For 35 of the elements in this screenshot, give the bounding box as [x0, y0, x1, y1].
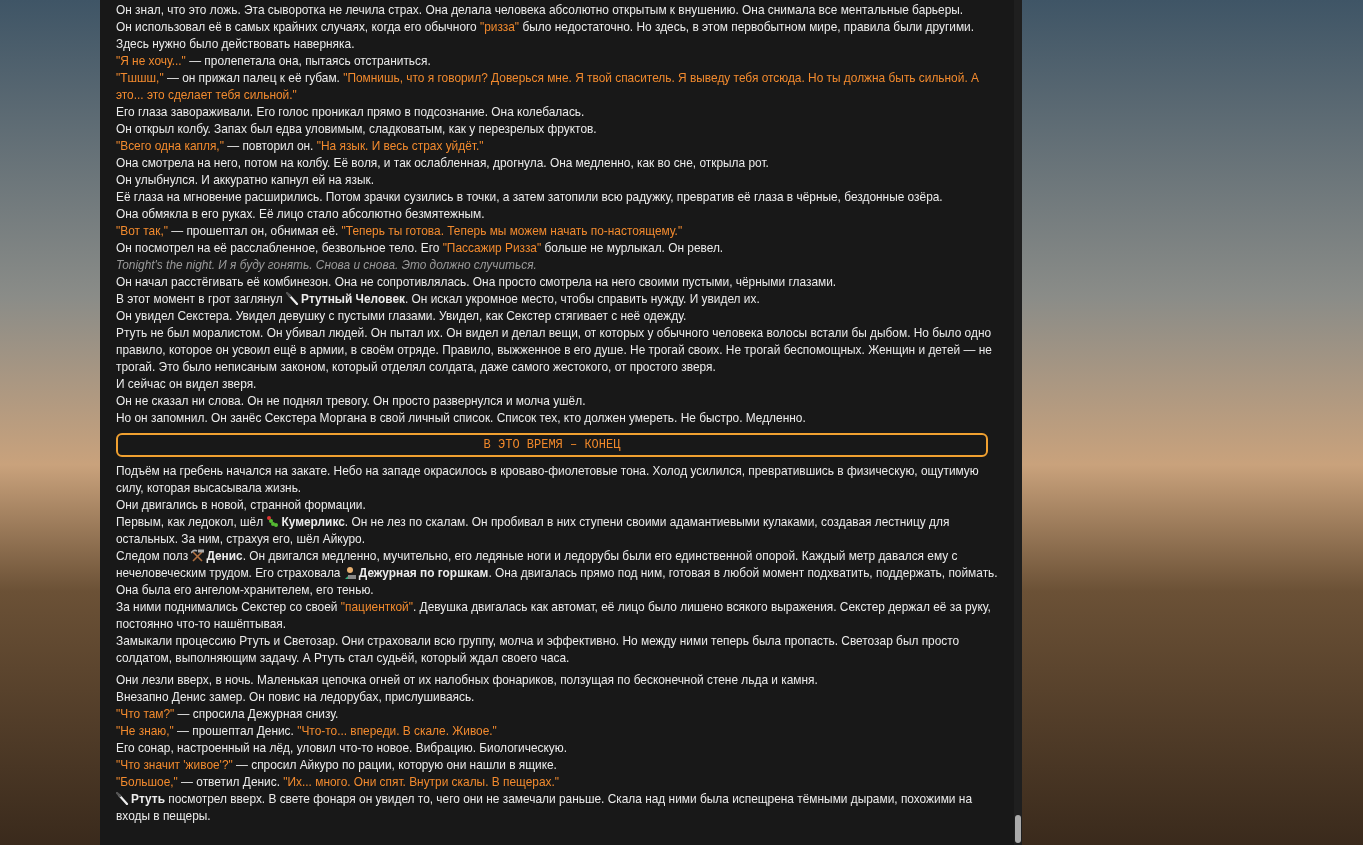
story-paragraph: Его сонар, настроенный на лёд, уловил что-то новое. Вибрацию. Биологическую. — [116, 740, 568, 757]
story-paragraph: Ртуть посмотрел вверх. В свете фонаря он увидел то, чего они не замечали раньше. Скала над ними была испещрена тёмными дырами, похожими на входы в пещеры. — [116, 791, 973, 825]
story-paragraph: И сейчас он видел зверя. — [116, 376, 258, 393]
story-paragraph: Он увидел Секстера. Увидел девушку с пустыми глазами. Увидел, как Секстер стягивает с неё одежду. — [116, 308, 688, 325]
story-paragraph: Её глаза на мгновение расширились. Потом зрачки сузились в точки, а затем затопили всю радужку, превратив её глаза в чёрные, бездонные озёра. — [116, 189, 944, 206]
story-paragraph: "Не знаю," — прошептал Денис. "Что-то... впереди. В скале. Живое." — [116, 723, 498, 740]
story-paragraph: За ними поднимались Секстер со своей "пациенткой". Девушка двигалась как автомат, её лицо было лишено всякого выражения. Секстер держал её за руку, постоянно что-то нашёптывая. — [116, 599, 992, 633]
story-paragraph: Она обмякла в его руках. Её лицо стало абсолютно безмятежным. — [116, 206, 486, 223]
story-paragraph: Он использовал её в самых крайних случаях, когда его обычного "ризза" было недостаточно. Но здесь, в этом первобытном мире, правила были другими. Здесь нужно было действовать наверняка. — [116, 19, 976, 53]
story-paragraph: "Что там?" — спросила Дежурная снизу. — [116, 706, 340, 723]
story-paragraph: Его глаза завораживали. Его голос проникал прямо в подсознание. Она колебалась. — [116, 104, 586, 121]
story-paragraph: Он улыбнулся. И аккуратно капнул ей на язык. — [116, 172, 375, 189]
story-paragraph: Он начал расстёгивать её комбинезон. Она не сопротивлялась. Она просто смотрела на него своими пустыми, чёрными глазами. — [116, 274, 838, 291]
story-paragraph: Они двигались в новой, странной формации. — [116, 497, 367, 514]
story-paragraph: Она смотрела на него, потом на колбу. Её воля, и так ослабленная, дрогнула. Она медленно, как во сне, открыла рот. — [116, 155, 770, 172]
story-paragraph: Tonight's the night. И я буду гонять. Снова и снова. Это должно случиться. — [116, 257, 538, 274]
story-paragraph: "Что значит 'живое'?" — спросил Айкуро по рации, которую они нашли в ящике. — [116, 757, 558, 774]
story-paragraph: Первым, как ледокол, шёл Кумерликс. Он не лез по скалам. Он пробивал в них ступени своими адамантиевыми кулаками, создавая лестницу для остальных. За ним, страхуя его, шёл Айкуро. — [116, 514, 951, 548]
story-paragraph: Замыкали процессию Ртуть и Светозар. Они страховали всю группу, молча и эффективно. Но между ними теперь была пропасть. Светозар был просто солдатом, выполняющим задачу. А Ртуть стал судьёй, который ждал своего часа. — [116, 633, 961, 667]
story-paragraph: Он открыл колбу. Запах был едва уловимым, сладковатым, как у перезрелых фруктов. — [116, 121, 598, 138]
story-paragraph: Ртуть не был моралистом. Он убивал людей. Он пытал их. Он видел и делал вещи, от которых у обычного человека волосы встали бы дыбом. Но было одно правило, которое он усвоил ещё в армии, в своём отряде. Правило, выжженное в его душе. Не трогай своих. Не трогай беспомощных. Женщин и детей — не трогай. Это было неписаным законом, который отделял солдата, даже самого жестокого, от простого зверя. — [116, 325, 993, 376]
story-paragraph: "Большое," — ответил Денис. "Их... много. Они спят. Внутри скалы. В пещерах." — [116, 774, 560, 791]
story-paragraph: Внезапно Денис замер. Он повис на ледорубах, прислушиваясь. — [116, 689, 476, 706]
story-paragraph: Следом полз Денис. Он двигался медленно, мучительно, его ледяные ноги и ледорубы были его единственной опорой. Каждый метр давался ему с нечеловеческим трудом. Его страховала Дежурная по горшкам. Она двигалась прямо под ним, готовая в любой момент подхватить, поддержать, поймать. Она была его ангелом-хранителем, его тенью. — [116, 548, 999, 599]
story-paragraph: "Всего одна капля," — повторил он. "На язык. И весь страх уйдёт." — [116, 138, 485, 155]
story-paragraph: В этот момент в грот заглянул Ртутный Человек. Он искал укромное место, чтобы справить нужду. И увидел их. — [116, 291, 761, 308]
story-paragraph: Он посмотрел на её расслабленное, безвольное тело. Его "Пассажир Ризза" больше не мурлыкал. Он ревел. — [116, 240, 725, 257]
story-paragraph: "Вот так," — прошептал он, обнимая её. "Теперь ты готова. Теперь мы можем начать по-настоящему." — [116, 223, 684, 240]
story-paragraph: Он не сказал ни слова. Он не поднял тревогу. Он просто развернулся и молча ушёл. — [116, 393, 587, 410]
story-paragraph: Подъём на гребень начался на закате. Небо на западе окрасилось в кроваво-фиолетовые тона. Холод усилился, превратившись в физическую, ощутимую силу, которая высасывала жизнь. — [116, 463, 980, 497]
story-paragraph: Они лезли вверх, в ночь. Маленькая цепочка огней от их налобных фонариков, ползущая по бесконечной стене льда и камня. — [116, 672, 819, 689]
story-paragraph: Но он запомнил. Он занёс Секстера Моргана в свой личный список. Список тех, кто должен умереть. Не быстро. Медленно. — [116, 410, 807, 427]
story-paragraph: "Тшшш," — он прижал палец к её губам. "Помнишь, что я говорил? Доверься мне. Я твой спаситель. Я выведу тебя отсюда. Но ты должна быть сильной. А это... это сделает тебя сильной." — [116, 70, 980, 104]
story-paragraph: "Я не хочу..." — пролепетала она, пытаясь отстраниться. — [116, 53, 432, 70]
story-paragraph: Он знал, что это ложь. Эта сыворотка не лечила страх. Она делала человека абсолютно открытым к внушению. Она снимала все ментальные барьеры. — [116, 2, 965, 19]
